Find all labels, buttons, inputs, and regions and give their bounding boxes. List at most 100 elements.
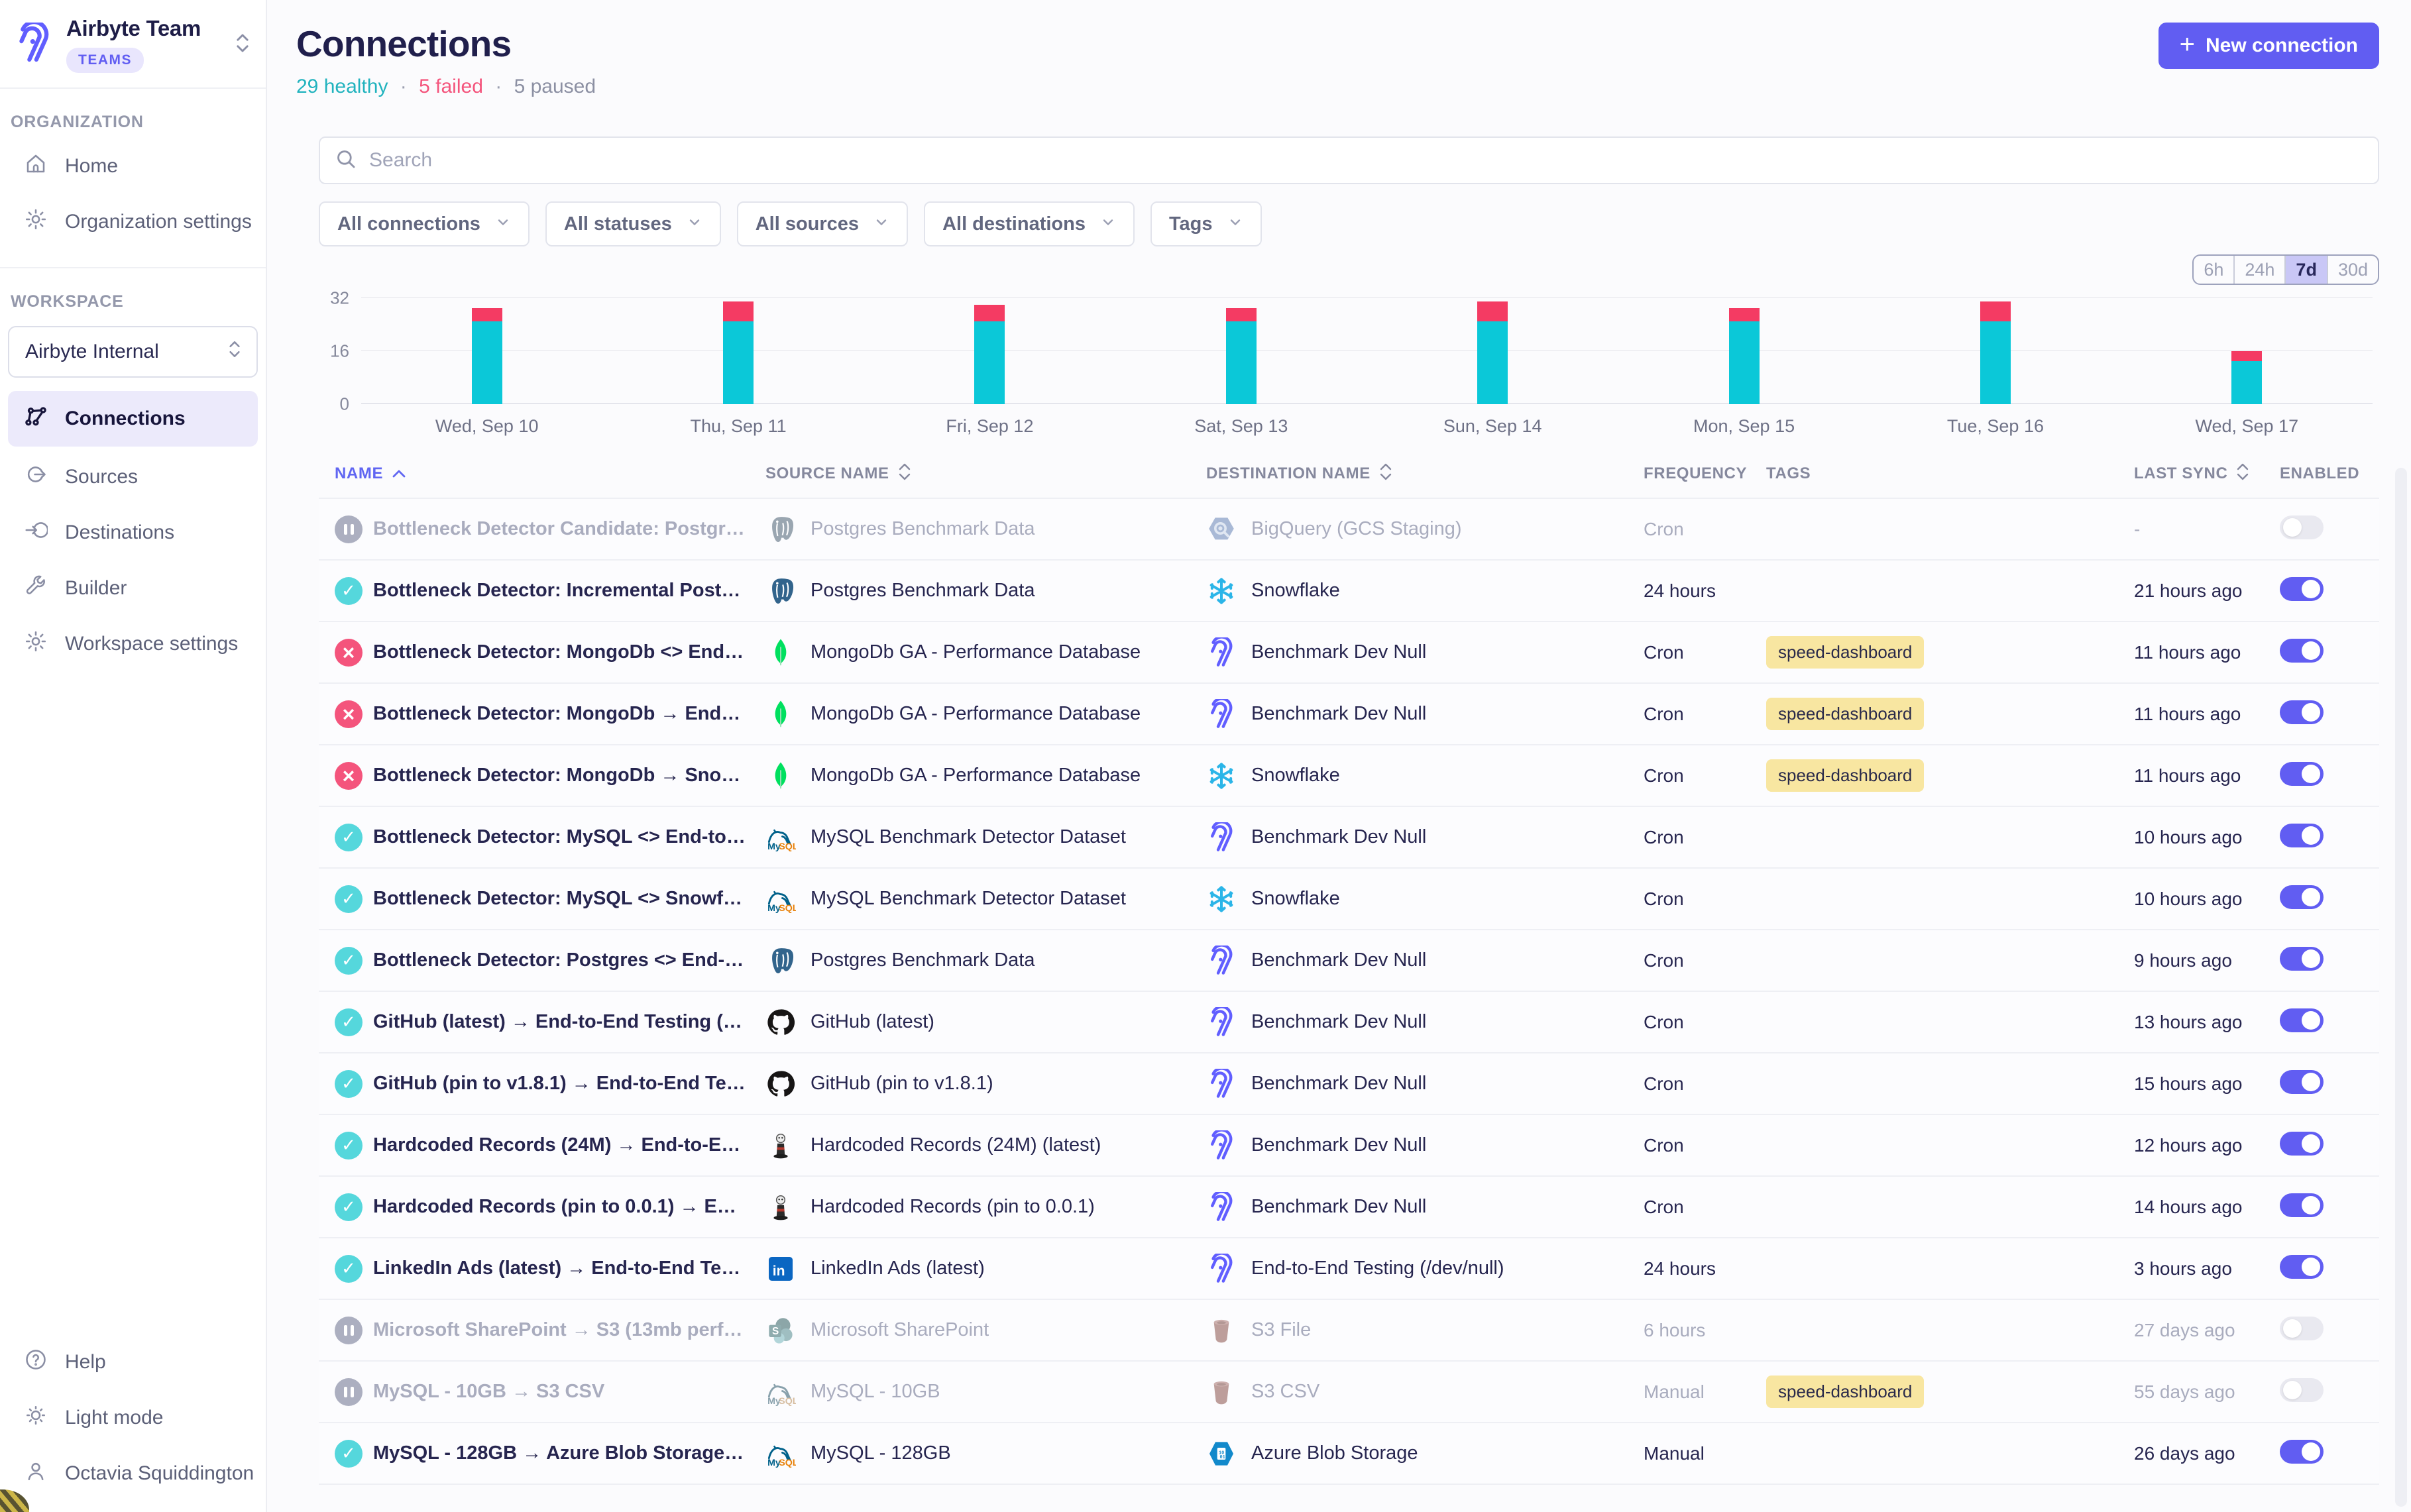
- column-header-tags: TAGS: [1766, 464, 2134, 483]
- enabled-toggle[interactable]: [2280, 1008, 2324, 1032]
- sidebar-item-workspace-settings[interactable]: Workspace settings: [0, 616, 266, 672]
- sidebar-item-destinations[interactable]: Destinations: [0, 505, 266, 561]
- sidebar-item-sources[interactable]: Sources: [0, 449, 266, 505]
- filter-all-destinations[interactable]: All destinations: [924, 201, 1135, 246]
- workspace-selector[interactable]: Airbyte Internal: [8, 326, 258, 378]
- enabled-toggle[interactable]: [2280, 885, 2324, 909]
- home-icon: [24, 152, 48, 181]
- table-row[interactable]: ✓MySQL - 128GB → Azure Blob Storage JSOn…: [319, 1423, 2379, 1485]
- time-range-24h[interactable]: 24h: [2233, 256, 2284, 284]
- chart-bar-group[interactable]: [1115, 298, 1367, 404]
- sidebar-item-light-mode[interactable]: Light mode: [0, 1390, 266, 1446]
- vertical-scrollbar[interactable]: [2395, 468, 2407, 1507]
- filter-all-sources[interactable]: All sources: [737, 201, 908, 246]
- table-row[interactable]: ✓GitHub (pin to v1.8.1) → End-to-End Tes…: [319, 1053, 2379, 1115]
- airbyte-icon: [1206, 1007, 1237, 1038]
- airbyte-icon: [1206, 945, 1237, 976]
- enabled-toggle[interactable]: [2280, 1255, 2324, 1279]
- sidebar-item-connections[interactable]: Connections: [8, 391, 258, 447]
- chart-bar-group[interactable]: [1618, 298, 1870, 404]
- table-row[interactable]: Microsoft SharePoint → S3 (13mb performa…: [319, 1300, 2379, 1362]
- column-label: FREQUENCY: [1644, 464, 1747, 483]
- enabled-cell: [2280, 824, 2379, 851]
- enabled-toggle[interactable]: [2280, 1440, 2324, 1464]
- mongodb-icon: [765, 699, 796, 729]
- search-input[interactable]: [369, 149, 2363, 172]
- enabled-cell: [2280, 1132, 2379, 1159]
- column-header-last-sync[interactable]: LAST SYNC: [2134, 462, 2280, 486]
- enabled-toggle[interactable]: [2280, 1132, 2324, 1156]
- destination-name: BigQuery (GCS Staging): [1251, 518, 1482, 540]
- chart-bar-group[interactable]: [612, 298, 864, 404]
- s3-icon: [1206, 1315, 1237, 1346]
- chart-bar-group[interactable]: [1367, 298, 1618, 404]
- enabled-toggle[interactable]: [2280, 824, 2324, 847]
- time-range-6h[interactable]: 6h: [2194, 256, 2233, 284]
- azure-icon: 1001: [1206, 1438, 1237, 1469]
- last-sync-value: 10 hours ago: [2134, 827, 2280, 848]
- gear-icon: [24, 629, 48, 659]
- column-header-destination-name[interactable]: DESTINATION NAME: [1206, 462, 1644, 486]
- chart-bar-group[interactable]: [2121, 298, 2373, 404]
- source-cell: Postgres Benchmark Data: [765, 945, 1206, 976]
- sharepoint-icon: S: [765, 1315, 796, 1346]
- sync-history-chart: 01632 Wed, Sep 10Thu, Sep 11Fri, Sep 12S…: [319, 298, 2373, 437]
- table-row[interactable]: Bottleneck Detector Candidate: Postgres …: [319, 499, 2379, 561]
- bar-succeeded: [723, 321, 754, 404]
- enabled-toggle[interactable]: [2280, 947, 2324, 971]
- table-row[interactable]: MySQL - 10GB → S3 CSVMySQL.MySQL - 10GBS…: [319, 1362, 2379, 1423]
- airbyte-icon: [1206, 1130, 1237, 1161]
- filter-tags[interactable]: Tags: [1150, 201, 1262, 246]
- enabled-toggle[interactable]: [2280, 639, 2324, 663]
- new-connection-button[interactable]: + New connection: [2159, 23, 2379, 69]
- sidebar-item-user[interactable]: Octavia Squiddington: [0, 1446, 266, 1501]
- time-range-7d[interactable]: 7d: [2284, 256, 2327, 284]
- table-row[interactable]: ✓Bottleneck Detector: MySQL <> End-to-En…: [319, 807, 2379, 869]
- enabled-toggle[interactable]: [2280, 762, 2324, 786]
- table-row[interactable]: ✓GitHub (latest) → End-to-End Testing (/…: [319, 992, 2379, 1053]
- connection-name: Bottleneck Detector: MySQL <> End-to-End…: [368, 826, 765, 848]
- enabled-toggle[interactable]: [2280, 515, 2324, 539]
- enabled-cell: [2280, 1317, 2379, 1344]
- enabled-toggle[interactable]: [2280, 700, 2324, 724]
- chart-bar-group[interactable]: [1870, 298, 2121, 404]
- enabled-toggle[interactable]: [2280, 1070, 2324, 1094]
- column-header-source-name[interactable]: SOURCE NAME: [765, 462, 1206, 486]
- table-row[interactable]: ×Bottleneck Detector: MongoDb → Snowflak…: [319, 745, 2379, 807]
- sidebar-item-organization-settings[interactable]: Organization settings: [0, 194, 266, 250]
- time-range-30d[interactable]: 30d: [2327, 256, 2378, 284]
- enabled-toggle[interactable]: [2280, 1193, 2324, 1217]
- enabled-toggle[interactable]: [2280, 1378, 2324, 1402]
- frequency-value: Manual: [1644, 1443, 1766, 1464]
- chart-bar-group[interactable]: [864, 298, 1115, 404]
- chevron-down-icon: [495, 213, 511, 235]
- sidebar-item-help[interactable]: Help: [0, 1334, 266, 1390]
- filter-all-connections[interactable]: All connections: [319, 201, 530, 246]
- column-header-name[interactable]: NAME: [335, 464, 765, 483]
- table-row[interactable]: ✓Bottleneck Detector: Postgres <> End-to…: [319, 930, 2379, 992]
- destination-name: Benchmark Dev Null: [1251, 703, 1446, 725]
- mysql-icon: MySQL.: [765, 1377, 796, 1407]
- enabled-toggle[interactable]: [2280, 1317, 2324, 1340]
- chart-bar-group[interactable]: [361, 298, 612, 404]
- table-row[interactable]: ✓Hardcoded Records (pin to 0.0.1) → End-…: [319, 1177, 2379, 1238]
- destination-name: S3 CSV: [1251, 1381, 1339, 1403]
- status-failed-icon: ×: [335, 639, 363, 667]
- enabled-toggle[interactable]: [2280, 577, 2324, 601]
- table-row[interactable]: ✓LinkedIn Ads (latest) → End-to-End Test…: [319, 1238, 2379, 1300]
- destination-name: Benchmark Dev Null: [1251, 1073, 1446, 1095]
- table-row[interactable]: ✓Hardcoded Records (24M) → End-to-End Te…: [319, 1115, 2379, 1177]
- table-row[interactable]: ×Bottleneck Detector: MongoDb <> End-to-…: [319, 622, 2379, 684]
- table-row[interactable]: ×Bottleneck Detector: MongoDb → End-to-E…: [319, 684, 2379, 745]
- svg-text:S: S: [772, 1326, 779, 1337]
- table-row[interactable]: ✓Bottleneck Detector: MySQL <> Snowflake…: [319, 869, 2379, 930]
- enabled-cell: [2280, 1070, 2379, 1097]
- column-label: NAME: [335, 464, 383, 483]
- sidebar-item-builder[interactable]: Builder: [0, 561, 266, 616]
- sidebar-item-home[interactable]: Home: [0, 138, 266, 194]
- table-row[interactable]: ✓Bottleneck Detector: Incremental Postgr…: [319, 561, 2379, 622]
- filter-all-statuses[interactable]: All statuses: [545, 201, 721, 246]
- team-badge: TEAMS: [66, 48, 144, 73]
- org-switcher[interactable]: Airbyte Team TEAMS: [0, 0, 266, 87]
- connection-name: GitHub (pin to v1.8.1) → End-to-End Test…: [368, 1073, 765, 1095]
